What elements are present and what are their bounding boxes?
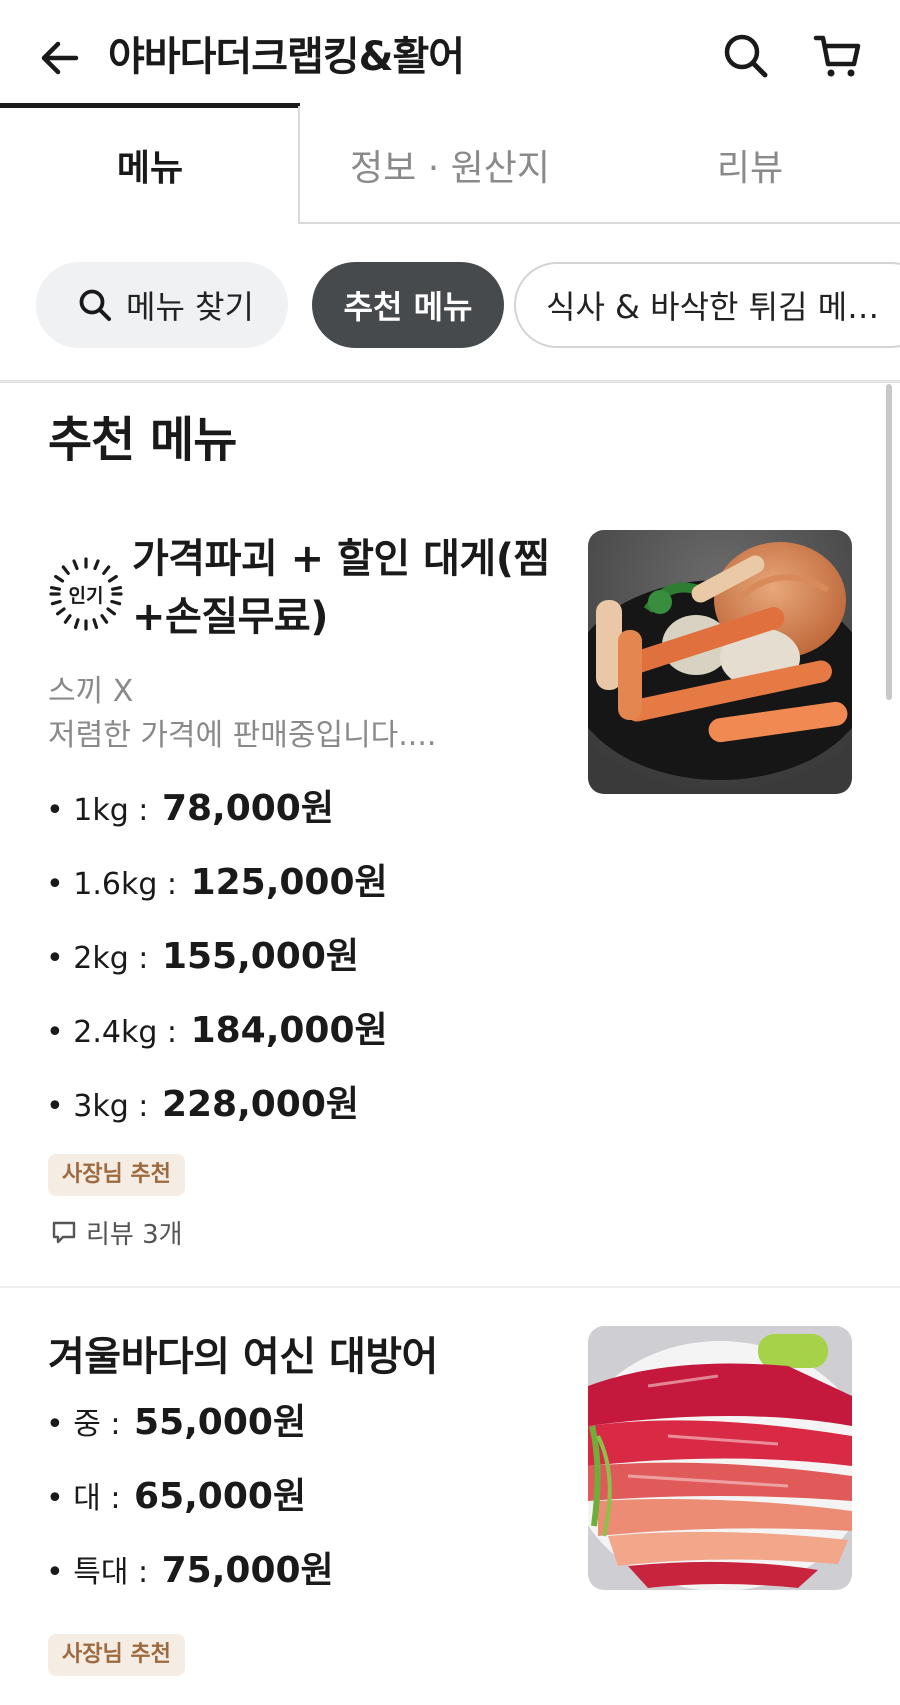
menu-item[interactable]: 인기 가격파괴 + 할인 대게(찜 +손질무료) 스끼 X 저렴한 가격에 판매… [0, 520, 900, 1286]
chip-label: 메뉴 찾기 [126, 288, 254, 326]
menu-search-chip[interactable]: 메뉴 찾기 [36, 262, 288, 348]
price-value: 55,000원 [134, 1402, 307, 1443]
menu-item[interactable]: 겨울바다의 여신 대방어 • 중 : 55,000원 • 대 : 65,000원… [0, 1290, 900, 1705]
price-row: • 3kg : 228,000원 [46, 1080, 359, 1132]
popular-badge-label: 인기 [68, 584, 104, 607]
price-label: • 2.4kg : [46, 1015, 178, 1050]
divider [0, 380, 900, 383]
menu-item-name: 겨울바다의 여신 대방어 [48, 1334, 438, 1380]
price-row: • 대 : 65,000원 [46, 1472, 306, 1524]
price-row: • 특대 : 75,000원 [46, 1546, 334, 1598]
price-label: • 2kg : [46, 941, 149, 976]
menu-item-name: 가격파괴 + 할인 대게(찜 +손질무료) [132, 536, 550, 640]
price-row: • 1kg : 78,000원 [46, 784, 334, 836]
price-value: 155,000원 [161, 936, 360, 977]
cart-icon[interactable] [812, 30, 864, 82]
tab-menu[interactable]: 메뉴 [0, 106, 300, 224]
price-value: 184,000원 [190, 1010, 388, 1051]
description-line: 스끼 X [48, 674, 134, 709]
tab-bar: 메뉴 정보 · 원산지 리뷰 [0, 103, 900, 226]
menu-item-description: 스끼 X 저렴한 가격에 판매중입니다.... [48, 670, 436, 758]
price-value: 228,000원 [161, 1084, 360, 1125]
chip-recommended[interactable]: 추천 메뉴 [312, 262, 504, 348]
comment-icon [52, 1221, 76, 1244]
price-row: • 2kg : 155,000원 [46, 932, 359, 984]
price-value: 65,000원 [134, 1476, 307, 1517]
price-label: • 특대 : [46, 1555, 149, 1590]
tab-reviews[interactable]: 리뷰 [600, 106, 900, 224]
owner-recommend-badge: 사장님 추천 [48, 1154, 185, 1196]
price-label: • 1.6kg : [46, 867, 178, 902]
popular-badge-icon: 인기 [48, 556, 124, 632]
owner-recommend-badge: 사장님 추천 [48, 1634, 185, 1676]
chip-label: 식사 & 바삭한 튀김 메… [546, 288, 880, 326]
chip-label: 추천 메뉴 [343, 288, 473, 326]
price-value: 125,000원 [190, 862, 388, 903]
category-chips: 메뉴 찾기 추천 메뉴 식사 & 바삭한 튀김 메… [0, 260, 900, 350]
divider [0, 1286, 900, 1288]
tab-divider [298, 106, 300, 224]
price-row: • 2.4kg : 184,000원 [46, 1006, 388, 1058]
price-label: • 중 : [46, 1407, 121, 1442]
price-label: • 대 : [46, 1481, 121, 1516]
price-row: • 1.6kg : 125,000원 [46, 858, 388, 910]
price-value: 75,000원 [161, 1550, 334, 1591]
description-line: 저렴한 가격에 판매중입니다.... [48, 718, 437, 753]
chip-meal-fried[interactable]: 식사 & 바삭한 튀김 메… [514, 262, 900, 348]
price-label: • 1kg : [46, 793, 149, 828]
review-count-link[interactable]: 리뷰 3개 [50, 1214, 183, 1250]
app-header: 야바다더크랩킹&활어 [0, 0, 900, 110]
price-label: • 3kg : [46, 1089, 149, 1124]
crab-dish-image[interactable] [588, 530, 852, 794]
search-icon [79, 289, 111, 321]
search-icon[interactable] [720, 30, 772, 82]
price-row: • 중 : 55,000원 [46, 1398, 306, 1450]
section-title: 추천 메뉴 [48, 412, 237, 468]
tab-info-origin[interactable]: 정보 · 원산지 [300, 106, 600, 224]
back-arrow-icon[interactable] [36, 34, 84, 82]
review-count: 리뷰 3개 [86, 1219, 183, 1250]
page-title: 야바다더크랩킹&활어 [108, 34, 465, 80]
price-value: 78,000원 [161, 788, 334, 829]
tab-divider [300, 222, 900, 224]
yellowtail-sashimi-image[interactable] [588, 1326, 852, 1590]
